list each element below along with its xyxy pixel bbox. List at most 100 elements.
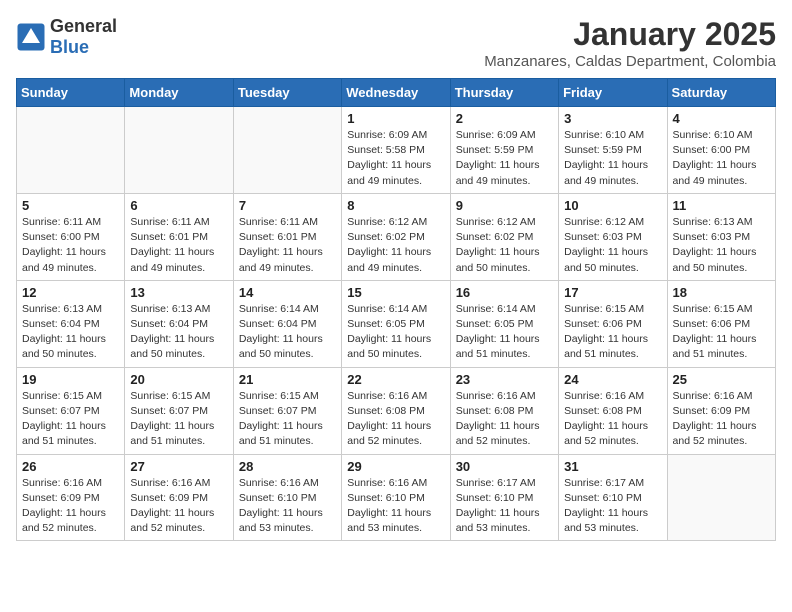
calendar-cell: 5Sunrise: 6:11 AM Sunset: 6:00 PM Daylig… [17,193,125,280]
day-info: Sunrise: 6:15 AM Sunset: 6:07 PM Dayligh… [239,389,336,450]
calendar-cell: 20Sunrise: 6:15 AM Sunset: 6:07 PM Dayli… [125,367,233,454]
day-number: 2 [456,111,553,126]
day-number: 5 [22,198,119,213]
day-number: 16 [456,285,553,300]
day-info: Sunrise: 6:12 AM Sunset: 6:02 PM Dayligh… [456,215,553,276]
day-number: 3 [564,111,661,126]
day-info: Sunrise: 6:16 AM Sunset: 6:10 PM Dayligh… [239,476,336,537]
calendar-cell: 29 Sunrise: 6:16 AM Sunset: 6:10 PM Dayli… [342,454,450,541]
day-number: 1 [347,111,444,126]
day-number: 26 [22,459,119,474]
calendar-cell: 10 Sunrise: 6:12 AM Sunset: 6:03 PM Dayli… [559,193,667,280]
calendar-week-1: 1 Sunrise: 6:09 AM Sunset: 5:58 PM Daylig… [17,107,776,194]
day-info: Sunrise: 6:14 AM Sunset: 6:05 PM Dayligh… [456,302,553,363]
calendar-header: SundayMondayTuesdayWednesdayThursdayFrid… [17,79,776,107]
day-info: Sunrise: 6:17 AM Sunset: 6:10 PM Dayligh… [456,476,553,537]
calendar-cell: 6Sunrise: 6:11 AM Sunset: 6:01 PM Daylig… [125,193,233,280]
day-info: Sunrise: 6:10 AM Sunset: 6:00 PM Dayligh… [673,128,770,189]
day-number: 6 [130,198,227,213]
calendar-cell: 4 Sunrise: 6:10 AM Sunset: 6:00 PM Daylig… [667,107,775,194]
day-info: Sunrise: 6:12 AM Sunset: 6:03 PM Dayligh… [564,215,661,276]
calendar-cell: 27Sunrise: 6:16 AM Sunset: 6:09 PM Dayli… [125,454,233,541]
calendar-cell: 23Sunrise: 6:16 AM Sunset: 6:08 PM Dayli… [450,367,558,454]
calendar-cell: 26 Sunrise: 6:16 AM Sunset: 6:09 PM Dayli… [17,454,125,541]
day-number: 15 [347,285,444,300]
month-title: January 2025 [484,16,776,53]
day-number: 10 [564,198,661,213]
weekday-header-saturday: Saturday [667,79,775,107]
day-number: 9 [456,198,553,213]
day-info: Sunrise: 6:09 AM Sunset: 5:59 PM Dayligh… [456,128,553,189]
day-info: Sunrise: 6:15 AM Sunset: 6:07 PM Dayligh… [22,389,119,450]
day-number: 28 [239,459,336,474]
calendar-table: SundayMondayTuesdayWednesdayThursdayFrid… [16,78,776,541]
day-info: Sunrise: 6:15 AM Sunset: 6:06 PM Dayligh… [673,302,770,363]
day-info: Sunrise: 6:12 AM Sunset: 6:02 PM Dayligh… [347,215,444,276]
calendar-cell: 3 Sunrise: 6:10 AM Sunset: 5:59 PM Daylig… [559,107,667,194]
calendar-week-5: 26 Sunrise: 6:16 AM Sunset: 6:09 PM Dayli… [17,454,776,541]
day-info: Sunrise: 6:16 AM Sunset: 6:09 PM Dayligh… [22,476,119,537]
day-number: 24 [564,372,661,387]
calendar-cell [125,107,233,194]
day-info: Sunrise: 6:14 AM Sunset: 6:05 PM Dayligh… [347,302,444,363]
day-number: 14 [239,285,336,300]
day-number: 30 [456,459,553,474]
day-number: 12 [22,285,119,300]
calendar-cell: 28 Sunrise: 6:16 AM Sunset: 6:10 PM Dayli… [233,454,341,541]
calendar-cell: 1 Sunrise: 6:09 AM Sunset: 5:58 PM Daylig… [342,107,450,194]
day-number: 11 [673,198,770,213]
page-header: General Blue January 2025 Manzanares, Ca… [16,16,776,70]
calendar-cell [233,107,341,194]
calendar-cell: 16 Sunrise: 6:14 AM Sunset: 6:05 PM Dayli… [450,280,558,367]
location-title: Manzanares, Caldas Department, Colombia [484,53,776,70]
calendar-cell: 31 Sunrise: 6:17 AM Sunset: 6:10 PM Dayli… [559,454,667,541]
day-info: Sunrise: 6:14 AM Sunset: 6:04 PM Dayligh… [239,302,336,363]
calendar-cell [667,454,775,541]
day-number: 8 [347,198,444,213]
calendar-week-4: 19 Sunrise: 6:15 AM Sunset: 6:07 PM Dayli… [17,367,776,454]
day-number: 18 [673,285,770,300]
day-info: Sunrise: 6:11 AM Sunset: 6:01 PM Dayligh… [239,215,336,276]
calendar-cell: 25Sunrise: 6:16 AM Sunset: 6:09 PM Dayli… [667,367,775,454]
day-info: Sunrise: 6:16 AM Sunset: 6:10 PM Dayligh… [347,476,444,537]
day-info: Sunrise: 6:17 AM Sunset: 6:10 PM Dayligh… [564,476,661,537]
weekday-header-wednesday: Wednesday [342,79,450,107]
day-info: Sunrise: 6:09 AM Sunset: 5:58 PM Dayligh… [347,128,444,189]
day-number: 13 [130,285,227,300]
day-info: Sunrise: 6:10 AM Sunset: 5:59 PM Dayligh… [564,128,661,189]
day-number: 4 [673,111,770,126]
calendar-cell: 2 Sunrise: 6:09 AM Sunset: 5:59 PM Daylig… [450,107,558,194]
calendar-cell: 19 Sunrise: 6:15 AM Sunset: 6:07 PM Dayli… [17,367,125,454]
day-number: 20 [130,372,227,387]
weekday-header-friday: Friday [559,79,667,107]
calendar-cell: 24 Sunrise: 6:16 AM Sunset: 6:08 PM Dayli… [559,367,667,454]
calendar-cell: 15 Sunrise: 6:14 AM Sunset: 6:05 PM Dayli… [342,280,450,367]
weekday-header-tuesday: Tuesday [233,79,341,107]
calendar-cell: 30 Sunrise: 6:17 AM Sunset: 6:10 PM Dayli… [450,454,558,541]
calendar-cell: 11 Sunrise: 6:13 AM Sunset: 6:03 PM Dayli… [667,193,775,280]
calendar-cell [17,107,125,194]
calendar-cell: 12Sunrise: 6:13 AM Sunset: 6:04 PM Dayli… [17,280,125,367]
calendar-cell: 9 Sunrise: 6:12 AM Sunset: 6:02 PM Daylig… [450,193,558,280]
day-info: Sunrise: 6:13 AM Sunset: 6:03 PM Dayligh… [673,215,770,276]
calendar-cell: 21Sunrise: 6:15 AM Sunset: 6:07 PM Dayli… [233,367,341,454]
calendar-week-3: 12Sunrise: 6:13 AM Sunset: 6:04 PM Dayli… [17,280,776,367]
day-number: 22 [347,372,444,387]
calendar-cell: 14 Sunrise: 6:14 AM Sunset: 6:04 PM Dayli… [233,280,341,367]
day-number: 29 [347,459,444,474]
day-info: Sunrise: 6:16 AM Sunset: 6:09 PM Dayligh… [673,389,770,450]
day-info: Sunrise: 6:16 AM Sunset: 6:08 PM Dayligh… [456,389,553,450]
logo-general-text: General [50,16,117,36]
day-info: Sunrise: 6:16 AM Sunset: 6:08 PM Dayligh… [347,389,444,450]
day-info: Sunrise: 6:15 AM Sunset: 6:06 PM Dayligh… [564,302,661,363]
general-blue-icon [16,22,46,52]
day-number: 19 [22,372,119,387]
day-number: 7 [239,198,336,213]
day-number: 17 [564,285,661,300]
day-info: Sunrise: 6:16 AM Sunset: 6:08 PM Dayligh… [564,389,661,450]
calendar-cell: 18 Sunrise: 6:15 AM Sunset: 6:06 PM Dayli… [667,280,775,367]
day-number: 31 [564,459,661,474]
day-info: Sunrise: 6:16 AM Sunset: 6:09 PM Dayligh… [130,476,227,537]
calendar-cell: 17 Sunrise: 6:15 AM Sunset: 6:06 PM Dayli… [559,280,667,367]
calendar-body: 1 Sunrise: 6:09 AM Sunset: 5:58 PM Daylig… [17,107,776,541]
